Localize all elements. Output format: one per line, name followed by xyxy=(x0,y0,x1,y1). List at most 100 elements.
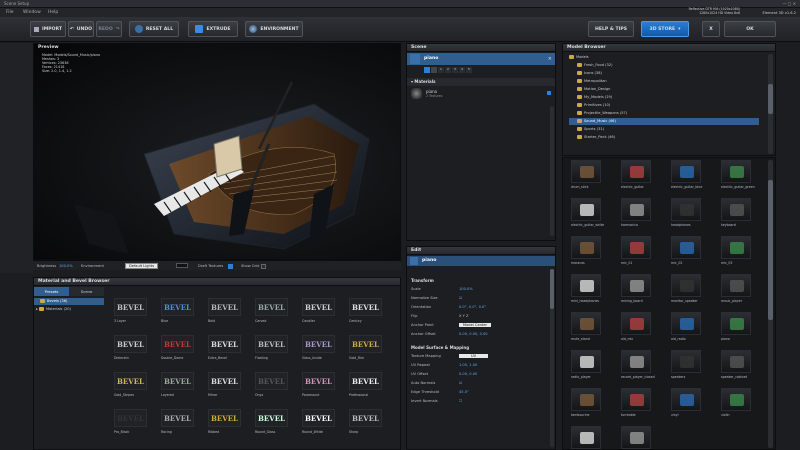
model-thumbnail[interactable] xyxy=(721,388,751,411)
model-thumbnail[interactable] xyxy=(671,160,701,183)
menu-window[interactable]: Window xyxy=(23,10,41,15)
materials-header[interactable]: ▾ Materials xyxy=(407,78,555,86)
model-thumbnail[interactable] xyxy=(571,236,601,259)
model-tree-scrollbar[interactable] xyxy=(768,54,773,154)
tab-scene[interactable]: Scene xyxy=(69,287,104,296)
bevel-preset-thumbnail[interactable]: BEVEL xyxy=(161,298,194,316)
model-thumbnail[interactable] xyxy=(571,198,601,221)
extrude-button[interactable]: EXTRUDE xyxy=(188,21,238,37)
reset-all-button[interactable]: RESET ALL xyxy=(129,21,179,37)
bevel-preset-thumbnail[interactable]: BEVEL xyxy=(302,409,335,427)
redo-button[interactable]: REDO ↷ xyxy=(96,21,122,37)
bevel-preset-thumbnail[interactable]: BEVEL xyxy=(255,298,288,316)
edit-scrollbar-knob[interactable] xyxy=(550,269,554,309)
model-thumbnail[interactable] xyxy=(671,312,701,335)
prop-value[interactable]: 0.0°, 0.0°, 0.0° xyxy=(459,305,486,309)
model-tree-item[interactable]: Projectile_Weapons (57) xyxy=(569,110,759,117)
model-thumbnail[interactable] xyxy=(621,236,651,259)
model-thumbnail[interactable] xyxy=(621,274,651,297)
bevel-preset-thumbnail[interactable]: BEVEL xyxy=(114,372,147,390)
model-tree-item[interactable]: My_Models (29) xyxy=(569,94,759,101)
scene-object-row[interactable]: piano × xyxy=(407,53,555,65)
bevel-tree-item[interactable]: ▸ Materials (20) xyxy=(34,306,104,313)
model-tree-item[interactable]: Fresh_Food (32) xyxy=(569,62,759,69)
model-thumbnail[interactable] xyxy=(721,312,751,335)
model-thumbnail[interactable] xyxy=(571,274,601,297)
ok-button[interactable]: OK xyxy=(724,21,776,37)
model-tree-item[interactable]: Models xyxy=(569,54,759,61)
anchor-point-dropdown[interactable]: Model Center xyxy=(459,323,492,327)
model-tree-item[interactable]: Primitives (10) xyxy=(569,102,759,109)
layer-toggle[interactable] xyxy=(431,67,437,73)
model-tree-item[interactable]: Starter_Pack (46) xyxy=(569,134,759,141)
show-grid-checkbox[interactable] xyxy=(261,263,266,269)
bevel-preset-thumbnail[interactable]: BEVEL xyxy=(208,372,241,390)
bevel-preset-thumbnail[interactable]: BEVEL xyxy=(349,409,382,427)
model-thumbnail[interactable] xyxy=(671,388,701,411)
model-thumbnail[interactable] xyxy=(671,350,701,373)
model-thumbnail[interactable] xyxy=(721,236,751,259)
menu-help[interactable]: Help xyxy=(48,10,58,15)
prop-value[interactable]: 100.0% xyxy=(459,287,473,291)
bevel-preset-thumbnail[interactable]: BEVEL xyxy=(349,335,382,353)
bevel-preset-thumbnail[interactable]: BEVEL xyxy=(208,298,241,316)
bevel-preset-thumbnail[interactable]: BEVEL xyxy=(349,298,382,316)
bevel-preset-thumbnail[interactable]: BEVEL xyxy=(114,298,147,316)
layer-button[interactable]: 2 xyxy=(445,67,451,73)
layer-toggle[interactable] xyxy=(424,67,430,73)
layer-button[interactable]: 5 xyxy=(466,67,472,73)
model-thumbnail[interactable] xyxy=(571,312,601,335)
layer-button[interactable]: 3 xyxy=(452,67,458,73)
menu-file[interactable]: File xyxy=(6,10,14,15)
bevel-preset-thumbnail[interactable]: BEVEL xyxy=(302,298,335,316)
prop-value[interactable]: ☑ xyxy=(459,296,462,300)
model-thumbnail[interactable] xyxy=(621,198,651,221)
environment-color-swatch[interactable] xyxy=(176,263,188,268)
prop-value[interactable]: 1.00, 1.00 xyxy=(459,363,477,367)
prop-value[interactable]: ☐ xyxy=(459,399,462,403)
model-thumbnail[interactable] xyxy=(621,426,651,449)
model-tree-item[interactable]: Motion_Design xyxy=(569,86,759,93)
edit-scrollbar[interactable] xyxy=(550,269,554,447)
preview-viewport[interactable]: Preview Model: Models/Sound_Music/piano … xyxy=(33,43,401,260)
model-thumbnail[interactable] xyxy=(671,274,701,297)
bevel-preset-thumbnail[interactable]: BEVEL xyxy=(302,335,335,353)
model-thumbnail[interactable] xyxy=(621,312,651,335)
tab-presets[interactable]: Presets xyxy=(34,287,69,296)
bevel-preset-thumbnail[interactable]: BEVEL xyxy=(114,335,147,353)
thumbs-scrollbar-knob[interactable] xyxy=(768,180,773,320)
environment-dropdown[interactable]: Default Lights xyxy=(125,262,159,269)
scene-scrollbar[interactable] xyxy=(550,106,554,236)
window-controls[interactable]: — □ ✕ xyxy=(782,1,796,6)
material-row[interactable]: piano 2 Textures xyxy=(411,88,553,100)
prop-value[interactable]: 45.0° xyxy=(459,390,469,394)
model-tree-item[interactable]: Icons (38) xyxy=(569,70,759,77)
texture-mapping-dropdown[interactable]: UV xyxy=(459,354,489,358)
model-thumbnail[interactable] xyxy=(671,236,701,259)
thumbs-scrollbar[interactable] xyxy=(768,160,773,448)
model-thumbnail[interactable] xyxy=(571,350,601,373)
prop-value[interactable]: 0.00, 0.00, 0.00 xyxy=(459,332,488,336)
model-thumbnail[interactable] xyxy=(571,388,601,411)
prop-value[interactable]: X Y Z xyxy=(459,314,468,318)
bevel-preset-thumbnail[interactable]: BEVEL xyxy=(208,335,241,353)
model-thumbnail[interactable] xyxy=(621,350,651,373)
layer-button[interactable]: 4 xyxy=(459,67,465,73)
model-thumbnail[interactable] xyxy=(571,426,601,449)
model-tree-scrollbar-knob[interactable] xyxy=(768,84,773,114)
3d-store-button[interactable]: 3D STORE ▾ xyxy=(641,21,689,37)
environment-button[interactable]: ENVIRONMENT xyxy=(245,21,303,37)
bevel-preset-thumbnail[interactable]: BEVEL xyxy=(255,335,288,353)
model-thumbnail[interactable] xyxy=(721,198,751,221)
layer-button[interactable]: 1 xyxy=(438,67,444,73)
surface-header[interactable]: Model Surface & Mapping xyxy=(407,344,555,352)
bevel-preset-thumbnail[interactable]: BEVEL xyxy=(255,372,288,390)
model-thumbnail[interactable] xyxy=(721,160,751,183)
model-thumbnail[interactable] xyxy=(671,198,701,221)
model-tree-item[interactable]: Sports (31) xyxy=(569,126,759,133)
undo-button[interactable]: ↶ UNDO xyxy=(68,21,94,37)
model-thumbnail[interactable] xyxy=(571,160,601,183)
model-thumbnail[interactable] xyxy=(621,388,651,411)
bevel-preset-thumbnail[interactable]: BEVEL xyxy=(349,372,382,390)
help-tips-button[interactable]: HELP & TIPS xyxy=(588,21,634,37)
